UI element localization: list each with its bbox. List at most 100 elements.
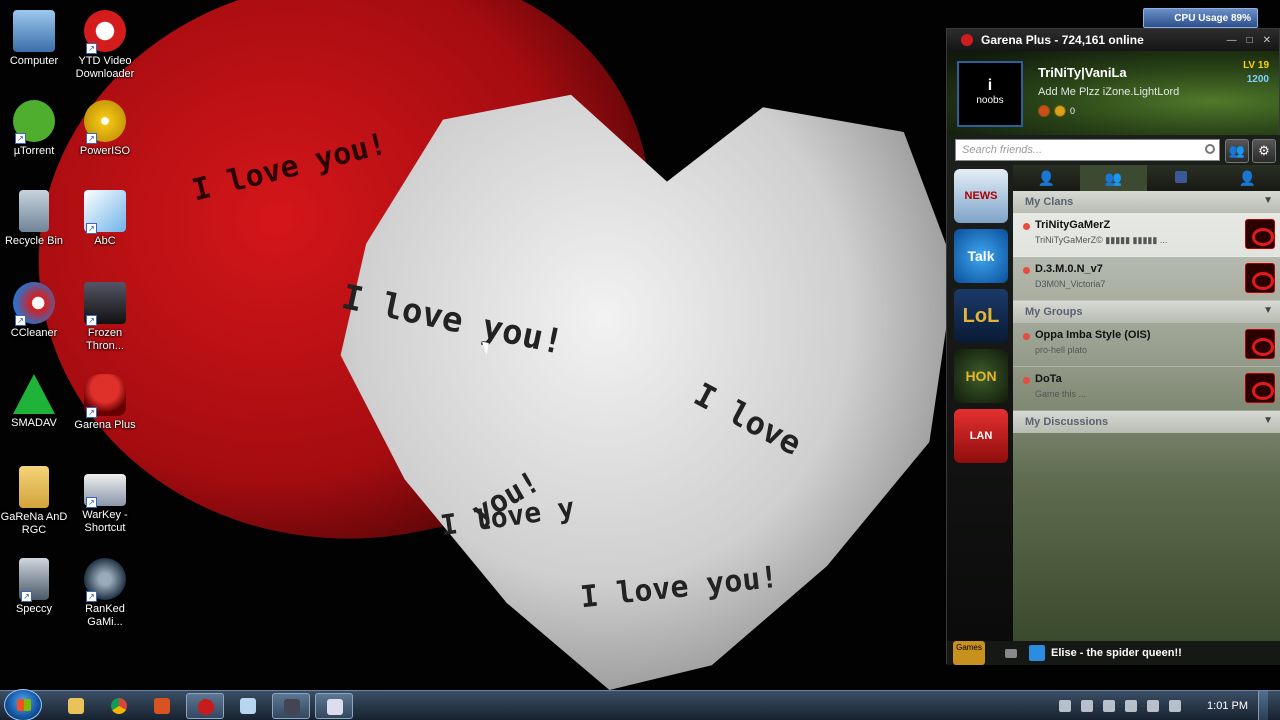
power-icon[interactable] (1169, 700, 1182, 712)
desktop: I love you! I love you! I love you! I lo… (0, 0, 1280, 720)
ytd-icon: ↗ (84, 10, 126, 54)
network-icon[interactable] (1147, 700, 1160, 712)
section-my-discussions[interactable]: My Discussions ▼ (1013, 411, 1280, 433)
show-desktop-button[interactable] (1258, 691, 1268, 720)
taskbar-garena[interactable] (186, 693, 224, 719)
garena-plus-window: Garena Plus - 724,161 online — □ ✕ i noo… (946, 28, 1280, 665)
usb-icon[interactable] (1081, 700, 1094, 712)
taskbar-explorer[interactable] (57, 693, 95, 719)
lan-app-button[interactable]: LAN (954, 409, 1008, 463)
frozen-throne-icon: ↗ (84, 282, 126, 326)
list-item[interactable]: Oppa Imba Style (OIS) pro-hell plato (1013, 323, 1280, 367)
desktop-icon-recycle-bin[interactable]: Recycle Bin (0, 190, 71, 248)
utorrent-icon: ↗ (13, 100, 55, 144)
desktop-icon-ccleaner[interactable]: ↗ CCleaner (0, 282, 71, 340)
section-my-groups[interactable]: My Groups ▼ (1013, 301, 1280, 323)
desktop-icon-ranked-gaming[interactable]: ↗ RanKed GaMi... (68, 558, 142, 629)
cpu-usage-gadget: CPU Usage 89% (1143, 8, 1258, 28)
clan-group-list: My Clans ▼ TriNityGaMerZ TriNiTyGaMerZ© … (1013, 191, 1280, 641)
media-icon (154, 698, 170, 714)
garena-titlebar[interactable]: Garena Plus - 724,161 online — □ ✕ (947, 29, 1279, 51)
desktop-icon-speccy[interactable]: ↗ Speccy (0, 558, 71, 616)
system-tray: 1:01 PM (1059, 691, 1280, 720)
folder-icon (68, 698, 84, 714)
badges: 0 (1038, 105, 1075, 117)
show-hidden-icons-icon[interactable] (1059, 700, 1072, 712)
abc-icon: ↗ (84, 190, 126, 234)
smadav-icon (13, 374, 55, 414)
app-sidebar: NEWS Talk LoL HON LAN (947, 165, 1013, 641)
medal-icon (1038, 105, 1050, 117)
list-item[interactable]: D.3.M.0.N_v7 D3M0N_Victoria7 (1013, 257, 1280, 301)
desktop-icon-smadav[interactable]: SMADAV (0, 374, 71, 430)
garena-logo-icon (1245, 219, 1275, 249)
taskbar: 1:01 PM (0, 689, 1280, 720)
search-icon[interactable] (1205, 144, 1215, 154)
profile-panel: i noobs TriNiTy|VaniLa Add Me Plzz iZone… (947, 51, 1279, 135)
avatar[interactable]: i noobs (957, 61, 1023, 127)
chat-icon[interactable] (1005, 648, 1017, 658)
search-friends-input[interactable]: Search friends... (955, 139, 1220, 161)
ccleaner-icon: ↗ (13, 282, 55, 326)
garena-logo-icon (961, 34, 973, 46)
garena-icon (198, 699, 214, 715)
bluetooth-icon[interactable] (1125, 700, 1138, 712)
start-button[interactable] (4, 689, 42, 720)
taskbar-chrome[interactable] (100, 693, 138, 719)
badge-count: 0 (1070, 106, 1076, 116)
desktop-icon-poweriso[interactable]: ↗ PowerISO (68, 100, 142, 158)
lol-app-button[interactable]: LoL (954, 289, 1008, 343)
games-button[interactable]: Games (953, 641, 985, 665)
tab-friends[interactable]: 👤 (1013, 165, 1080, 191)
notepad-icon (240, 698, 256, 714)
chevron-down-icon: ▼ (1263, 415, 1273, 426)
desktop-icon-abc[interactable]: ↗ AbC (68, 190, 142, 248)
news-app-button[interactable]: NEWS (954, 169, 1008, 223)
taskbar-notepad[interactable] (229, 693, 267, 719)
maximize-icon[interactable]: □ (1247, 35, 1253, 46)
avatar-glyph: i (987, 77, 993, 94)
garena-logo-icon (1245, 329, 1275, 359)
tab-recent[interactable]: 👤 (1214, 165, 1280, 191)
clock[interactable]: 1:01 PM (1207, 700, 1248, 712)
tab-facebook[interactable] (1147, 165, 1214, 191)
desktop-icon-garena-plus[interactable]: ↗ Garena Plus (68, 374, 142, 432)
friend-tabs: 👤 👥 👤 (1013, 165, 1280, 191)
section-my-clans[interactable]: My Clans ▼ (1013, 191, 1280, 213)
search-bar-row: Search friends... 👥 ⚙ (947, 135, 1280, 165)
bottom-bar: Games Elise - the spider queen!! (947, 641, 1280, 665)
status-dot (1023, 223, 1030, 230)
hon-app-button[interactable]: HON (954, 349, 1008, 403)
volume-icon[interactable] (1103, 700, 1116, 712)
minimize-icon[interactable]: — (1227, 35, 1237, 46)
taskbar-window[interactable] (315, 693, 353, 719)
desktop-icon-computer[interactable]: Computer (0, 10, 71, 68)
chrome-icon (111, 698, 127, 714)
points-badge: 1200 (1246, 74, 1269, 85)
close-icon[interactable]: ✕ (1263, 35, 1271, 46)
settings-button[interactable]: ⚙ (1252, 139, 1276, 163)
news-ticker[interactable]: Elise - the spider queen!! (1051, 647, 1182, 659)
garena-plus-icon: ↗ (84, 374, 126, 418)
desktop-icon-utorrent[interactable]: ↗ µTorrent (0, 100, 71, 158)
avatar-text: noobs (976, 95, 1004, 106)
game-icon (284, 699, 300, 715)
status-message[interactable]: Add Me Plzz iZone.LightLord (1038, 86, 1179, 98)
window-icon (327, 699, 343, 715)
list-item[interactable]: DoTa Game this ... (1013, 367, 1280, 411)
folder-icon (19, 466, 49, 508)
desktop-icon-warkey[interactable]: ↗ WarKey - Shortcut (68, 466, 142, 535)
desktop-icon-garena-rgc-folder[interactable]: GaReNa AnD RGC (0, 466, 71, 537)
add-friend-button[interactable]: 👥 (1225, 139, 1249, 163)
taskbar-media[interactable] (143, 693, 181, 719)
chevron-down-icon: ▼ (1263, 305, 1273, 316)
desktop-icon-ytd[interactable]: ↗ YTD Video Downloader (68, 10, 142, 81)
tab-clans-groups[interactable]: 👥 (1080, 165, 1147, 191)
desktop-icon-frozen-throne[interactable]: ↗ Frozen Thron... (68, 282, 142, 353)
talk-app-button[interactable]: Talk (954, 229, 1008, 283)
coin-icon (1054, 105, 1066, 117)
garena-logo-icon (1245, 373, 1275, 403)
taskbar-game[interactable] (272, 693, 310, 719)
garena-logo-icon (1245, 263, 1275, 293)
list-item[interactable]: TriNityGaMerZ TriNiTyGaMerZ© ▮▮▮▮▮ ▮▮▮▮▮… (1013, 213, 1280, 257)
